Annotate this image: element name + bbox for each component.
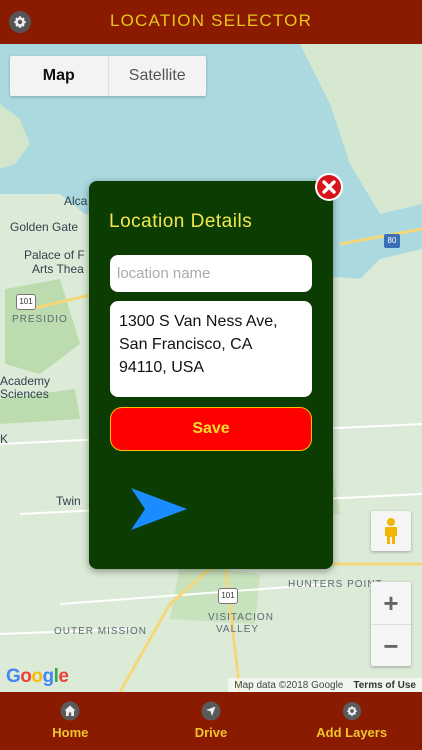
map-label-golden-gate: Golden Gate (10, 220, 79, 234)
map-label-palace-1: Palace of F (24, 248, 85, 262)
highway-shield-101-top: 101 (16, 294, 36, 310)
highway-shield-101-bottom: 101 (218, 588, 238, 604)
map-type-satellite-button[interactable]: Satellite (109, 56, 207, 96)
map-label-hunters-point: HUNTERS POINT (288, 579, 383, 590)
app-header: LOCATION SELECTOR (0, 0, 422, 44)
address-line-2: San Francisco, CA (119, 336, 253, 353)
map-label-k: K (0, 432, 9, 446)
map-type-toggle: Map Satellite (10, 56, 206, 96)
tab-home-label: Home (52, 725, 89, 740)
bottom-tab-bar: Home Drive Add Layers (0, 692, 422, 750)
address-line-1: 1300 S Van Ness Ave, (119, 313, 278, 330)
map-label-presidio: PRESIDIO (12, 314, 68, 325)
map-label-alcatraz: Alca (64, 194, 88, 208)
tab-drive-label: Drive (194, 725, 228, 740)
highway-shield-i80: 80 (384, 234, 400, 248)
navigation-arrow-icon[interactable] (129, 486, 189, 532)
street-view-button[interactable] (371, 511, 411, 551)
save-button[interactable]: Save (110, 407, 312, 451)
close-icon[interactable] (314, 172, 344, 202)
tab-drive[interactable]: Drive (141, 692, 282, 750)
address-textarea[interactable]: 1300 S Van Ness Ave, San Francisco, CA 9… (110, 301, 312, 397)
location-name-input[interactable] (110, 255, 312, 292)
location-details-dialog: Location Details 1300 S Van Ness Ave, Sa… (89, 181, 333, 569)
pegman-icon (385, 518, 397, 544)
map-label-visitacion-2: VALLEY (216, 624, 260, 635)
home-icon (60, 701, 80, 721)
tab-add-layers[interactable]: Add Layers (281, 692, 422, 750)
dialog-title: Location Details (109, 211, 253, 232)
map-data-text: Map data ©2018 Google (234, 679, 344, 691)
terms-of-use-link[interactable]: Terms of Use (353, 680, 416, 691)
tab-add-layers-label: Add Layers (316, 725, 388, 740)
map-label-academy-1: Academy (0, 374, 51, 388)
address-line-3: 94110, USA (119, 359, 205, 376)
map-label-visitacion-1: VISITACION (208, 612, 274, 623)
zoom-out-button[interactable]: − (371, 625, 411, 667)
tab-home[interactable]: Home (0, 692, 141, 750)
zoom-controls: + − (371, 582, 411, 666)
navigation-arrow-icon (201, 701, 221, 721)
map-type-map-button[interactable]: Map (10, 56, 109, 96)
map-label-outer-mission: OUTER MISSION (54, 626, 148, 637)
map-label-academy-2: Sciences (0, 387, 49, 401)
map-label-palace-2: Arts Thea (32, 262, 84, 276)
app-title: LOCATION SELECTOR (109, 11, 313, 30)
map-attribution: Map data ©2018 Google Terms of Use (228, 678, 422, 692)
zoom-in-button[interactable]: + (371, 582, 411, 625)
map-label-twin-peaks: Twin (56, 494, 81, 508)
google-logo: Google (6, 666, 69, 687)
gear-icon (342, 701, 361, 721)
